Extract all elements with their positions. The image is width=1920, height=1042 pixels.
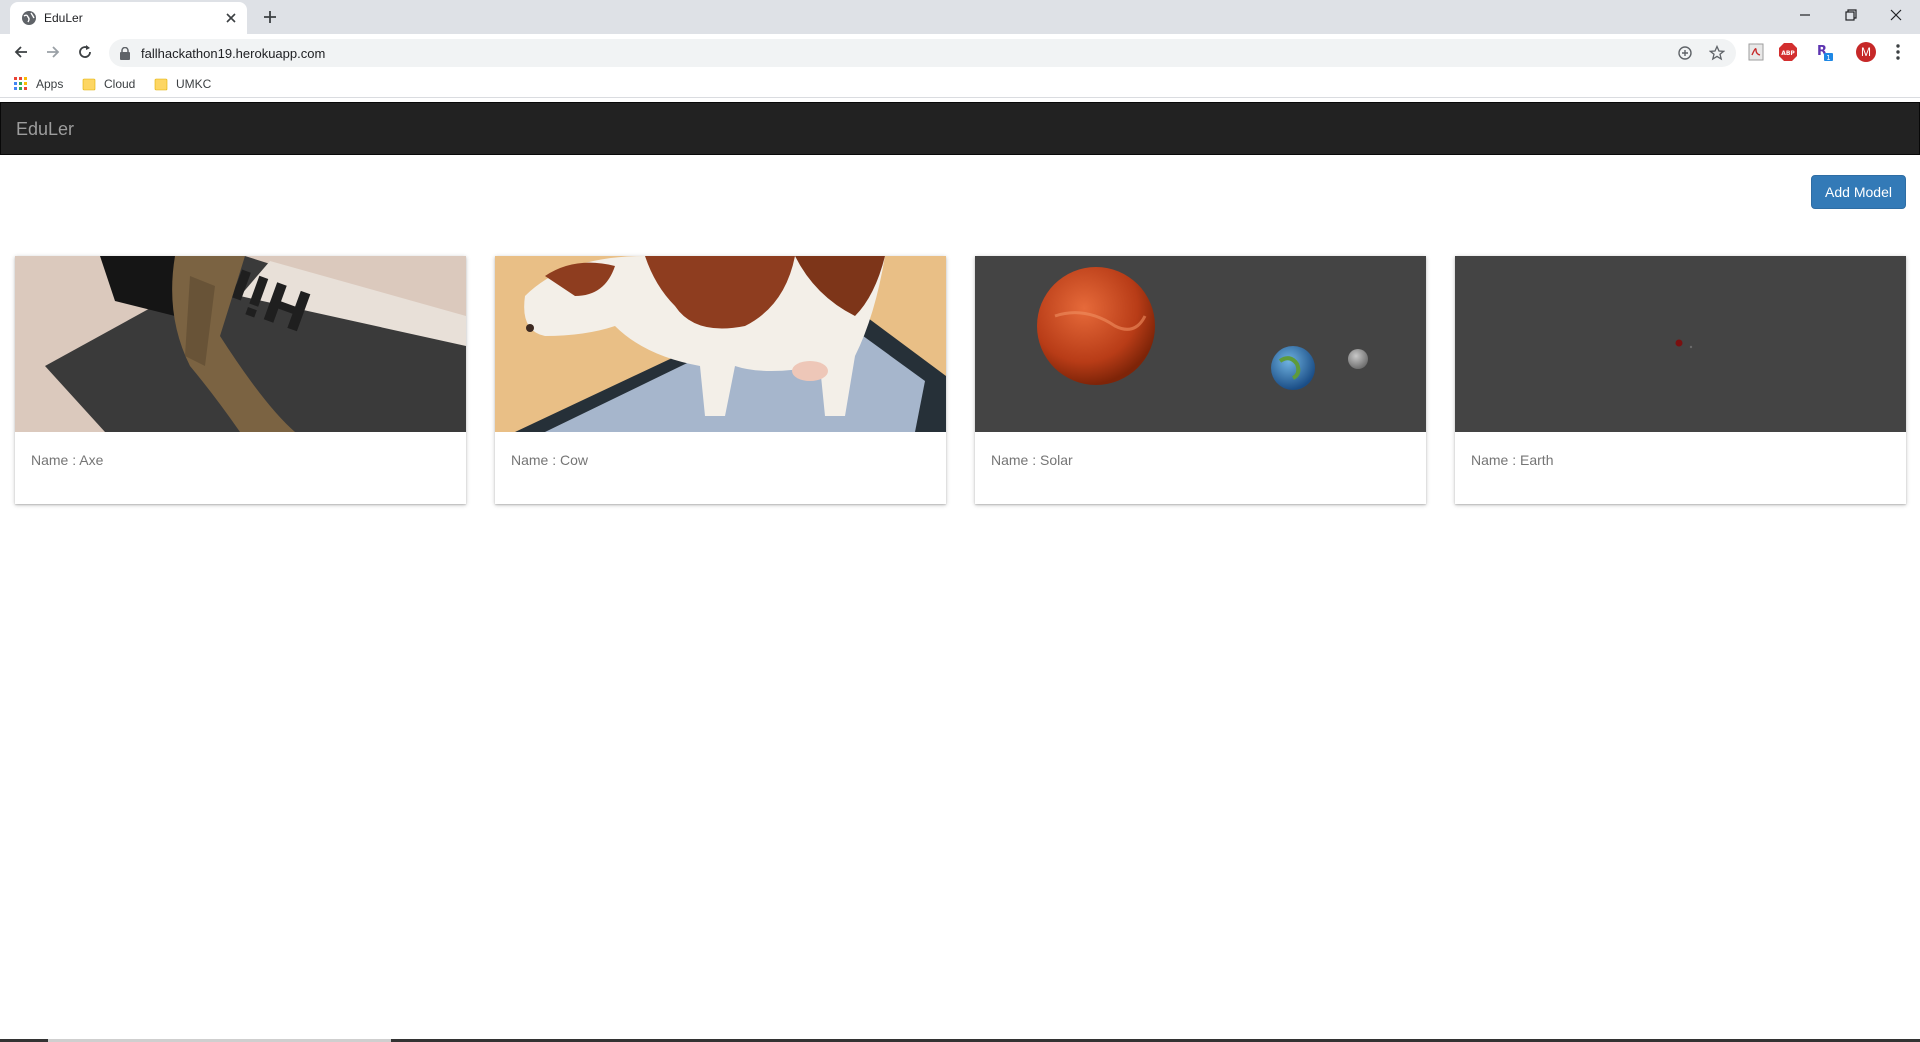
minimize-icon[interactable] — [1797, 7, 1813, 23]
lock-icon — [120, 47, 130, 60]
model-card-axe[interactable]: Hiro Name : Axe — [15, 256, 466, 504]
model-card-earth[interactable]: Name : Earth — [1455, 256, 1906, 504]
folder-icon — [82, 78, 96, 91]
bookmark-umkc[interactable]: UMKC — [154, 75, 211, 93]
add-model-button[interactable]: Add Model — [1811, 175, 1906, 209]
bookmark-star-icon[interactable] — [1709, 45, 1725, 61]
model-thumbnail — [495, 256, 946, 432]
app-navbar: EduLer — [0, 102, 1920, 155]
bookmark-cloud[interactable]: Cloud — [82, 75, 135, 93]
model-name: Name : Axe — [31, 452, 104, 468]
svg-text:1: 1 — [1826, 54, 1830, 62]
close-window-icon[interactable] — [1888, 7, 1904, 23]
tab-title: EduLer — [44, 11, 83, 25]
model-thumbnail — [975, 256, 1426, 432]
restore-icon[interactable] — [1843, 7, 1859, 23]
model-thumbnail — [1455, 256, 1906, 432]
apps-grid-icon — [14, 77, 27, 90]
address-bar[interactable]: fallhackathon19.herokuapp.com — [109, 39, 1736, 67]
adblock-extension-icon[interactable]: ABP — [1778, 42, 1798, 62]
bookmark-label: UMKC — [176, 77, 212, 91]
profile-avatar[interactable]: M — [1856, 42, 1876, 62]
model-card-cow[interactable]: Name : Cow — [495, 256, 946, 504]
brand-link[interactable]: EduLer — [16, 119, 74, 140]
folder-icon — [154, 78, 168, 91]
model-name: Name : Earth — [1471, 452, 1554, 468]
svg-text:ABP: ABP — [1781, 50, 1795, 57]
globe-icon — [22, 11, 36, 25]
close-tab-icon[interactable] — [224, 11, 238, 25]
back-arrow-icon[interactable] — [12, 43, 30, 61]
model-name: Name : Cow — [511, 452, 589, 468]
reload-icon[interactable] — [76, 43, 94, 61]
browser-toolbar: fallhackathon19.herokuapp.com ABP R 1 M — [0, 34, 1920, 70]
new-tab-icon[interactable] — [262, 9, 278, 25]
kebab-menu-icon[interactable] — [1888, 42, 1908, 62]
model-card-solar[interactable]: Name : Solar — [975, 256, 1426, 504]
bookmarks-bar: Apps Cloud UMKC — [0, 70, 1920, 98]
extension-icon[interactable]: R 1 — [1814, 42, 1834, 62]
bookmark-apps[interactable]: Apps — [14, 75, 63, 93]
bookmark-label: Apps — [36, 77, 64, 91]
bookmark-label: Cloud — [104, 77, 136, 91]
forward-arrow-icon[interactable] — [44, 43, 62, 61]
install-app-icon[interactable] — [1677, 45, 1693, 61]
browser-tab[interactable]: EduLer — [10, 2, 247, 34]
browser-tabstrip: EduLer — [0, 0, 1920, 34]
model-name: Name : Solar — [991, 452, 1073, 468]
pdf-extension-icon[interactable] — [1746, 42, 1766, 62]
model-thumbnail: Hiro — [15, 256, 466, 432]
url-text: fallhackathon19.herokuapp.com — [141, 46, 326, 61]
